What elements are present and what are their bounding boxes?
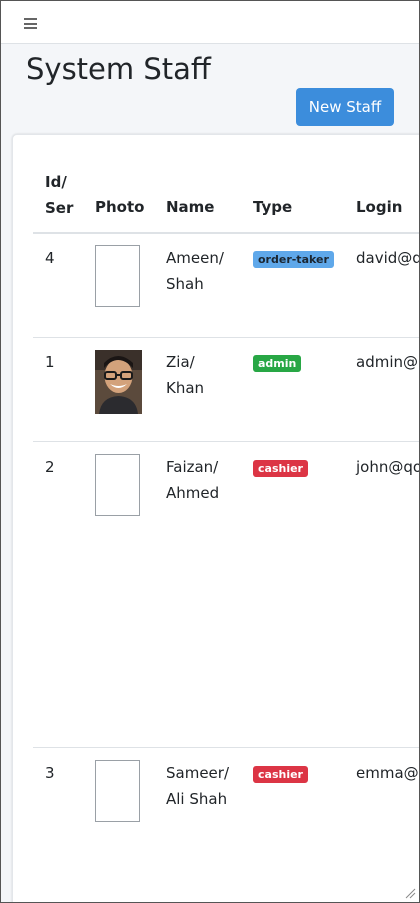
top-navbar [1,1,419,44]
row-id: 1 [45,353,55,371]
type-badge: cashier [253,766,308,783]
row-login: admin@ [356,353,418,371]
column-header-photo[interactable]: Photo [95,194,144,220]
column-header-type[interactable]: Type [253,194,292,220]
resize-handle-icon[interactable] [404,887,416,899]
row-name: Ameen/ Shah [166,245,224,297]
row-first-name: Faizan/ [166,458,219,476]
page-title: System Staff [26,52,211,86]
row-last-name: Khan [166,379,205,397]
column-header-id-line1: Id/ [45,173,67,191]
type-badge: order-taker [253,251,334,268]
header-divider [33,232,419,234]
row-first-name: Ameen/ [166,249,224,267]
row-id: 4 [45,249,55,267]
row-last-name: Ali Shah [166,790,228,808]
photo-placeholder [95,245,140,307]
row-divider [33,747,419,748]
row-login: john@qo [356,458,420,476]
type-badge: cashier [253,460,308,477]
person-photo-icon [95,350,142,414]
column-header-id[interactable]: Id/ Ser [45,169,73,221]
row-first-name: Zia/ [166,353,195,371]
column-header-name[interactable]: Name [166,194,214,220]
row-last-name: Ahmed [166,484,220,502]
row-last-name: Shah [166,275,204,293]
new-staff-button[interactable]: New Staff [296,88,394,126]
row-name: Sameer/ Ali Shah [166,760,229,812]
column-header-login[interactable]: Login [356,194,402,220]
row-login: david@q [356,249,420,267]
row-id: 2 [45,458,55,476]
column-header-id-line2: Ser [45,199,74,217]
row-login: emma@ [356,764,419,782]
type-badge: admin [253,355,302,372]
row-name: Faizan/ Ahmed [166,454,219,506]
row-first-name: Sameer/ [166,764,230,782]
photo-placeholder [95,454,140,516]
staff-photo [95,350,142,414]
row-divider [33,337,419,338]
app-window: System Staff New Staff Id/ Ser Photo Nam… [0,0,420,903]
hamburger-icon[interactable] [24,18,37,29]
staff-table-card: Id/ Ser Photo Name Type Login 4 Ameen/ S… [12,134,420,902]
row-id: 3 [45,764,55,782]
row-name: Zia/ Khan [166,349,204,401]
row-divider [33,441,419,442]
photo-placeholder [95,760,140,822]
